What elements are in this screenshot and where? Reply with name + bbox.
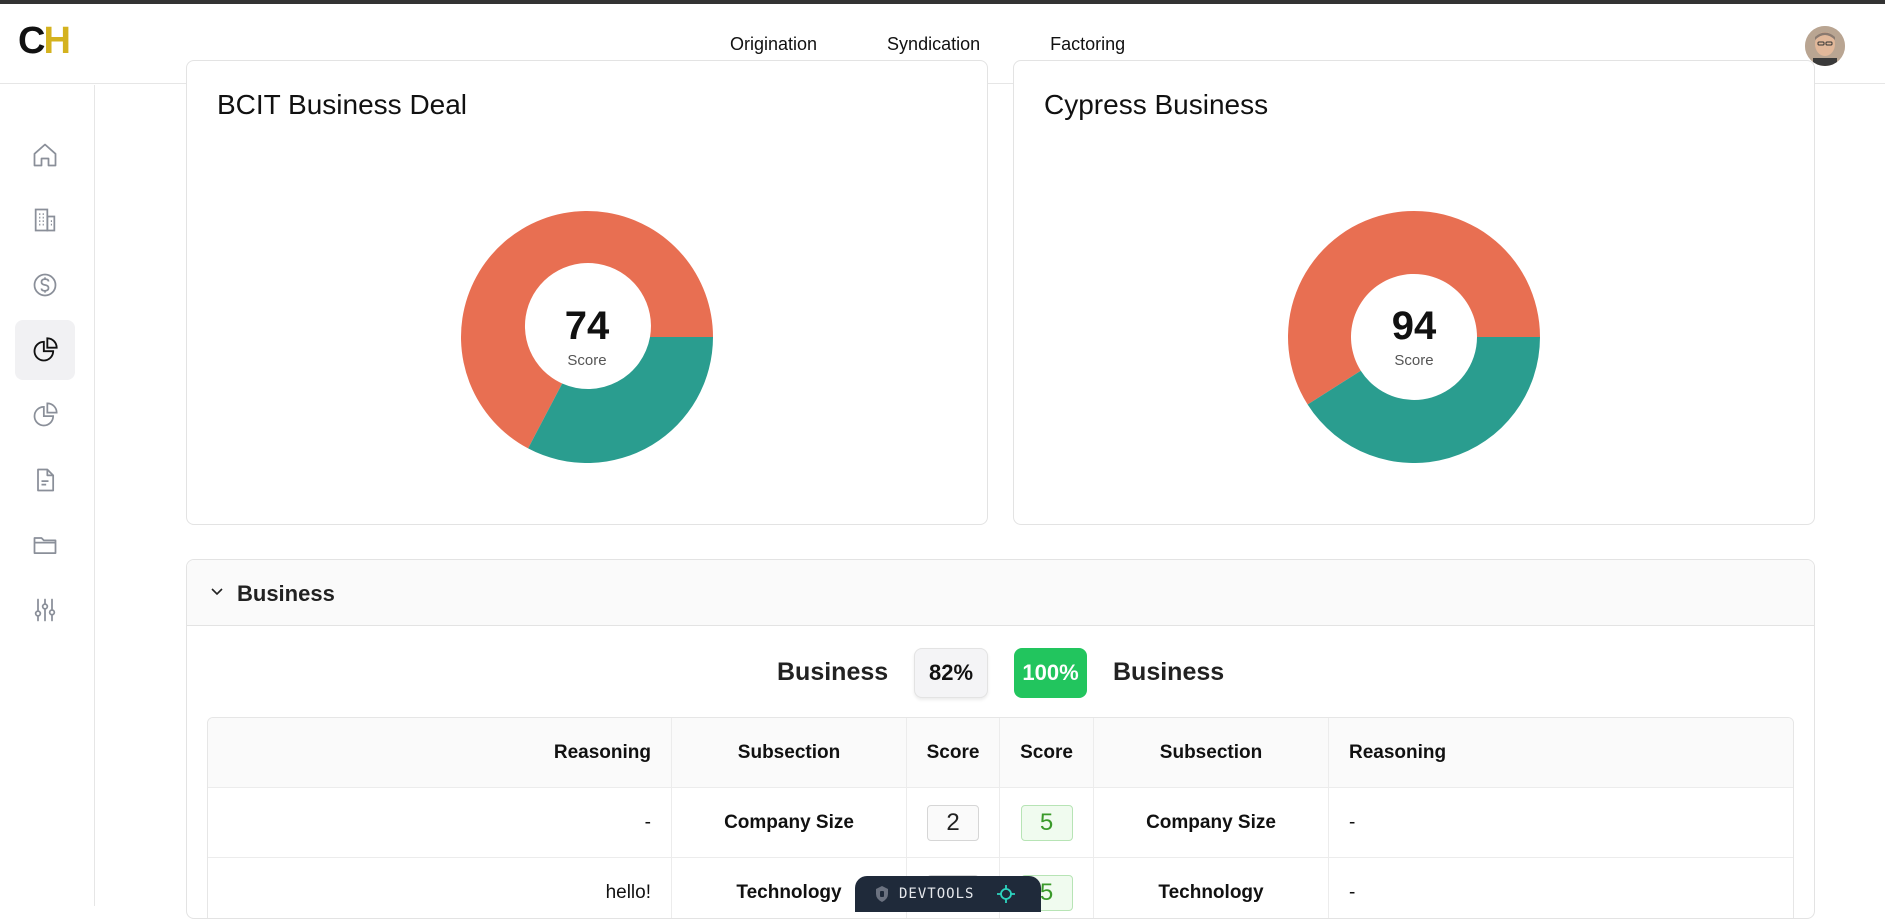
left-reasoning: - xyxy=(208,788,672,857)
devtools-toggle[interactable]: DEVTOOLS xyxy=(855,876,1041,912)
right-score-cell: 5 xyxy=(1000,788,1094,857)
header-left-score: Score xyxy=(907,718,1000,787)
table-row: - Company Size 2 5 Company Size - xyxy=(208,788,1793,858)
right-subsection: Company Size xyxy=(1094,788,1329,857)
document-icon xyxy=(37,468,55,492)
right-reasoning: - xyxy=(1349,881,1356,903)
sidebar-item-analytics[interactable] xyxy=(15,385,75,445)
user-avatar[interactable] xyxy=(1805,26,1845,66)
header-right-score: Score xyxy=(1000,718,1094,787)
left-subsection: Company Size xyxy=(672,788,907,857)
left-category-label: Business xyxy=(777,658,889,686)
logo-letter-h: H xyxy=(43,20,70,62)
pie-chart-icon xyxy=(33,337,58,362)
table-header-row: Reasoning Subsection Score Score Subsect… xyxy=(208,718,1793,788)
main-nav: Origination Syndication Factoring xyxy=(730,34,1125,55)
building-icon xyxy=(34,208,56,232)
dollar-icon xyxy=(33,273,57,297)
chevron-down-icon[interactable] xyxy=(207,582,227,602)
right-reasoning: - xyxy=(1349,811,1356,833)
donut-center: 74 Score xyxy=(461,211,713,463)
sidebar-item-files[interactable] xyxy=(15,515,75,575)
left-score-cell: 2 xyxy=(907,788,1000,857)
sidebar xyxy=(0,85,95,906)
sidebar-item-home[interactable] xyxy=(15,125,75,185)
left-reasoning: hello! xyxy=(208,858,672,918)
donut-center: 94 Score xyxy=(1288,211,1540,463)
section-title: Business xyxy=(237,581,335,606)
sidebar-item-documents[interactable] xyxy=(15,450,75,510)
right-percent-badge: 100% xyxy=(1014,648,1087,698)
right-subsection: Technology xyxy=(1094,858,1329,918)
sidebar-item-scoring[interactable] xyxy=(15,320,75,380)
sidebar-item-buildings[interactable] xyxy=(15,190,75,250)
header-right-reasoning: Reasoning xyxy=(1349,741,1447,763)
sidebar-item-finance[interactable] xyxy=(15,255,75,315)
score-value: 94 xyxy=(1391,303,1437,348)
header-left-subsection: Subsection xyxy=(672,718,907,787)
nav-factoring[interactable]: Factoring xyxy=(1050,34,1125,55)
score-card-right: Cypress Business 94 Score xyxy=(1013,60,1815,525)
folder-icon xyxy=(33,537,57,555)
devtools-label: DEVTOOLS xyxy=(899,886,975,902)
score-value: 74 xyxy=(564,303,610,348)
devtools-logo-icon xyxy=(876,886,888,902)
header-left-reasoning: Reasoning xyxy=(208,718,672,787)
sidebar-item-settings[interactable] xyxy=(15,580,75,640)
app-logo[interactable]: CH xyxy=(18,20,71,62)
card-title: Cypress Business xyxy=(1044,89,1269,120)
card-title: BCIT Business Deal xyxy=(217,89,468,120)
pie-chart-outline-icon xyxy=(33,402,58,427)
sliders-icon xyxy=(34,598,56,622)
right-category-label: Business xyxy=(1113,658,1225,686)
nav-origination[interactable]: Origination xyxy=(730,34,817,55)
score-card-left: BCIT Business Deal 74 Score xyxy=(186,60,988,525)
section-header[interactable]: Business xyxy=(187,560,1814,626)
home-icon xyxy=(33,143,57,167)
comparison-bar: Business 82% 100% Business xyxy=(187,648,1814,698)
nav-syndication[interactable]: Syndication xyxy=(887,34,980,55)
score-label: Score xyxy=(567,351,607,369)
crosshair-icon[interactable] xyxy=(996,884,1016,904)
business-section: Business Business 82% 100% Business Reas… xyxy=(186,559,1815,919)
left-percent-badge: 82% xyxy=(914,648,988,698)
score-label: Score xyxy=(1394,351,1434,369)
left-score-input[interactable]: 2 xyxy=(927,804,979,841)
logo-letter-c: C xyxy=(18,20,45,62)
header-right-subsection: Subsection xyxy=(1094,718,1329,787)
right-score-input[interactable]: 5 xyxy=(1020,804,1073,841)
